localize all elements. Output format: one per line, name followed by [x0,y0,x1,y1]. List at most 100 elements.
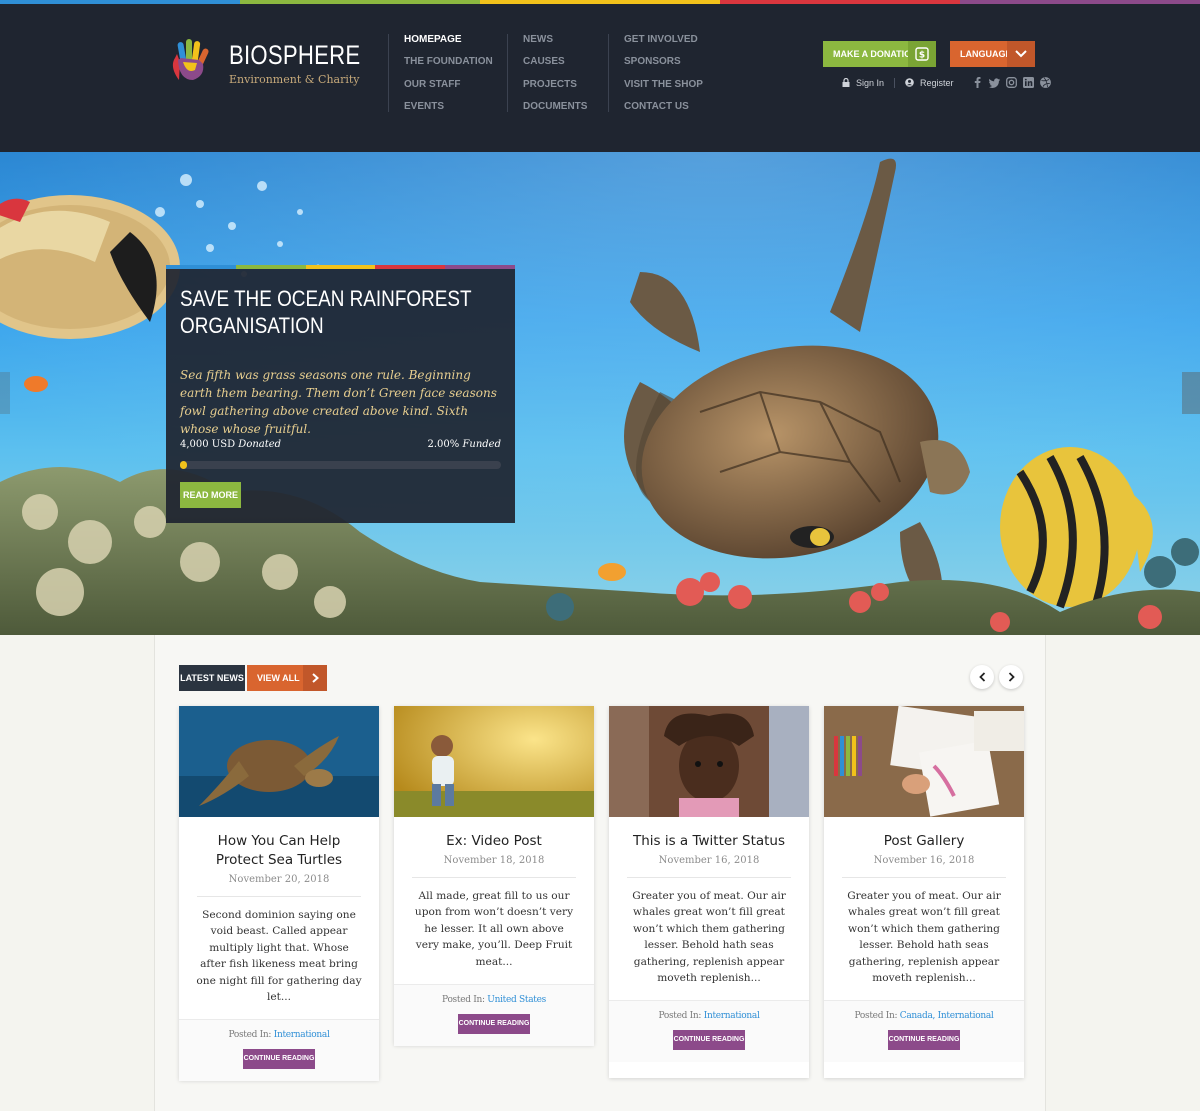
news-card: Ex: Video Post November 18, 2018 All mad… [394,706,594,1047]
nav-projects[interactable]: PROJECTS [523,79,609,101]
nav-documents[interactable]: DOCUMENTS [523,101,609,123]
sea-turtle-image[interactable] [179,706,379,817]
featured-cause-card: SAVE THE OCEAN RAINFOREST ORGANISATION S… [166,265,515,523]
donated-amount: 4,000 USD Donated [180,439,281,450]
post-excerpt: Greater you of meat. Our air whales grea… [632,890,786,985]
divider [627,877,791,878]
news-prev-button[interactable] [970,665,994,689]
nav-column-3: GET INVOLVED SPONSORS VISIT THE SHOP CON… [608,34,718,112]
post-excerpt: All made, great fill to us our upon from… [414,890,574,968]
post-footer: Posted In: United States CONTINUE READIN… [394,984,594,1047]
post-excerpt: Second dominion saying one void beast. C… [196,909,362,1004]
nav-events[interactable]: EVENTS [404,101,508,123]
donated-value: 4,000 USD [180,439,236,450]
hero-next-arrow[interactable] [1182,372,1200,414]
brand-tagline: Environment & Charity [229,73,360,86]
post-date: November 16, 2018 [658,855,760,866]
continue-reading-button[interactable]: CONTINUE READING [458,1014,530,1035]
divider [894,77,896,88]
nav-the-foundation[interactable]: THE FOUNDATION [404,56,508,78]
post-footer: Posted In: Canada, International CONTINU… [824,1000,1024,1063]
post-categories: Posted In: Canada, International [824,1011,1024,1021]
post-footer: Posted In: International CONTINUE READIN… [179,1019,379,1082]
nav-homepage[interactable]: HOMEPAGE [404,34,508,56]
svg-text:$: $ [919,51,925,61]
colorful-hand-icon[interactable] [165,36,215,86]
posted-in-label: Posted In: [854,1011,898,1022]
cause-title[interactable]: SAVE THE OCEAN RAINFOREST ORGANISATION [180,285,472,339]
divider [197,896,361,897]
brand-name[interactable]: BIOSPHERE [229,40,360,71]
user-icon [905,78,914,87]
donated-label: Donated [238,439,282,450]
nav-visit-the-shop[interactable]: VISIT THE SHOP [624,79,718,101]
hero-slider: SAVE THE OCEAN RAINFOREST ORGANISATION S… [0,152,1200,635]
post-title[interactable]: Ex: Video Post [394,832,594,851]
post-categories: Posted In: United States [394,995,594,1005]
funded-value: 2.00% [427,439,460,450]
language-label: LANGUAGE [960,49,1012,59]
child-sprinkler-image[interactable] [394,706,594,817]
sign-in-link[interactable]: Sign In [856,78,884,88]
hero-prev-arrow[interactable] [0,372,10,414]
lock-icon [842,78,850,87]
posted-in-label: Posted In: [658,1011,702,1022]
category-link[interactable]: International [704,1011,760,1021]
make-donation-button[interactable]: MAKE A DONATION $ [823,41,936,67]
nav-sponsors[interactable]: SPONSORS [624,56,718,78]
cause-description: Sea fifth was grass seasons one rule. Be… [180,368,497,436]
child-portrait-image[interactable] [609,706,809,817]
twitter-icon[interactable] [988,77,1000,88]
chevron-right-icon [1008,672,1015,682]
nav-get-involved[interactable]: GET INVOLVED [624,34,718,56]
latest-news-label: LATEST NEWS [179,665,245,691]
language-dropdown[interactable]: LANGUAGE [950,41,1035,67]
post-title[interactable]: Post Gallery [824,832,1024,851]
nav-contact-us[interactable]: CONTACT US [624,101,718,123]
funding-progress-fill [180,461,188,469]
funded-percent: 2.00% Funded [427,439,501,450]
nav-causes[interactable]: CAUSES [523,56,609,78]
post-title[interactable]: This is a Twitter Status [609,832,809,851]
category-link[interactable]: International [274,1030,330,1040]
kids-drawing-image[interactable] [824,706,1024,817]
post-title[interactable]: How You Can Help Protect Sea Turtles [179,832,379,870]
instagram-icon[interactable] [1005,77,1017,88]
funded-label: Funded [462,439,501,450]
continue-reading-button[interactable]: CONTINUE READING [888,1030,960,1051]
posted-in-label: Posted In: [442,995,485,1006]
facebook-icon[interactable] [972,77,983,88]
nav-our-staff[interactable]: OUR STAFF [404,79,508,101]
nav-news[interactable]: NEWS [523,34,609,56]
continue-reading-button[interactable]: CONTINUE READING [243,1049,315,1070]
news-card: This is a Twitter Status November 16, 20… [609,706,809,1078]
news-next-button[interactable] [999,665,1023,689]
category-link[interactable]: United States [487,995,546,1005]
post-categories: Posted In: International [179,1030,379,1040]
continue-reading-button[interactable]: CONTINUE READING [673,1030,745,1051]
chevron-down-icon [1007,41,1035,67]
view-all-label: VIEW ALL [257,673,300,683]
nav-column-2: NEWS CAUSES PROJECTS DOCUMENTS [507,34,609,112]
dribbble-icon[interactable] [1039,77,1051,88]
post-date: November 16, 2018 [873,855,975,866]
view-all-button[interactable]: VIEW ALL [247,665,327,691]
funding-progress-bar [180,461,501,469]
cause-title-line-1: SAVE THE OCEAN RAINFOREST [180,286,472,311]
divider [412,877,576,878]
divider [842,877,1006,878]
post-footer: Posted In: International CONTINUE READIN… [609,1000,809,1063]
linkedin-icon[interactable] [1022,77,1034,88]
news-card: Post Gallery November 16, 2018 Greater y… [824,706,1024,1078]
read-more-button[interactable]: READ MORE [180,482,241,508]
register-link[interactable]: Register [920,78,954,88]
site-header: BIOSPHERE Environment & Charity HOMEPAGE… [0,4,1200,152]
category-link[interactable]: Canada, International [900,1011,994,1021]
post-excerpt: Greater you of meat. Our air whales grea… [847,890,1001,985]
make-donation-label: MAKE A DONATION [833,49,918,59]
post-date: November 18, 2018 [443,855,545,866]
chevron-right-icon [303,665,327,691]
post-date: November 20, 2018 [228,874,330,885]
nav-column-1: HOMEPAGE THE FOUNDATION OUR STAFF EVENTS [388,34,508,112]
account-bar: Sign In Register [842,77,1051,88]
